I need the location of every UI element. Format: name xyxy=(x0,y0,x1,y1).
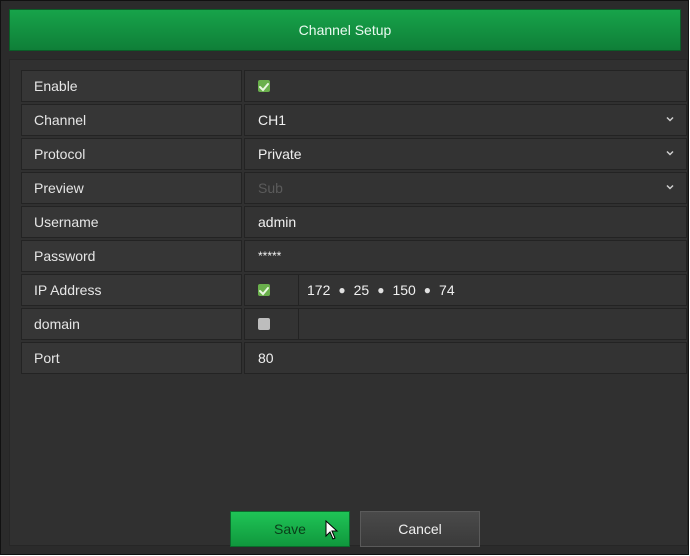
enable-value-cell xyxy=(244,70,687,102)
protocol-select[interactable]: Private xyxy=(244,138,687,170)
port-input[interactable]: 80 xyxy=(244,342,687,374)
row-password: Password ***** xyxy=(21,240,687,272)
row-ip-address: IP Address 172 ● 25 ● 150 ● 74 xyxy=(21,274,687,306)
domain-label: domain xyxy=(21,308,242,340)
chevron-down-icon xyxy=(666,116,674,122)
password-input[interactable]: ***** xyxy=(244,240,687,272)
mouse-pointer-icon xyxy=(325,520,339,540)
protocol-value: Private xyxy=(258,146,302,162)
username-label: Username xyxy=(21,206,242,238)
port-label: Port xyxy=(21,342,242,374)
dialog-title: Channel Setup xyxy=(9,9,681,51)
password-value: ***** xyxy=(258,249,282,263)
ip-separator: ● xyxy=(338,283,346,297)
ip-address-input[interactable]: 172 ● 25 ● 150 ● 74 xyxy=(298,275,686,305)
preview-label: Preview xyxy=(21,172,242,204)
chevron-down-icon xyxy=(666,184,674,190)
port-value: 80 xyxy=(258,350,274,366)
ip-separator: ● xyxy=(423,283,432,297)
ip-octet-3[interactable]: 150 xyxy=(392,282,415,298)
row-domain: domain xyxy=(21,308,687,340)
check-icon xyxy=(259,287,269,296)
domain-input[interactable] xyxy=(298,309,686,339)
channel-label: Channel xyxy=(21,104,242,136)
ip-separator: ● xyxy=(377,283,385,297)
row-preview: Preview Sub xyxy=(21,172,687,204)
preview-select[interactable]: Sub xyxy=(244,172,687,204)
domain-cell xyxy=(244,308,687,340)
ip-address-cell: 172 ● 25 ● 150 ● 74 xyxy=(244,274,687,306)
ip-address-checkbox[interactable] xyxy=(258,284,270,296)
check-icon xyxy=(259,83,269,92)
enable-checkbox[interactable] xyxy=(258,80,270,92)
row-channel: Channel CH1 xyxy=(21,104,687,136)
enable-label: Enable xyxy=(21,70,242,102)
row-enable: Enable xyxy=(21,70,687,102)
row-username: Username admin xyxy=(21,206,687,238)
row-protocol: Protocol Private xyxy=(21,138,687,170)
ip-octet-1[interactable]: 172 xyxy=(307,282,330,298)
preview-value: Sub xyxy=(258,180,283,196)
ip-octet-2[interactable]: 25 xyxy=(354,282,370,298)
username-input[interactable]: admin xyxy=(244,206,687,238)
channel-setup-dialog: Channel Setup Enable Channel CH1 Protoco… xyxy=(0,0,689,555)
password-label: Password xyxy=(21,240,242,272)
chevron-down-icon xyxy=(666,150,674,156)
domain-checkbox[interactable] xyxy=(258,318,270,330)
protocol-label: Protocol xyxy=(21,138,242,170)
cancel-button[interactable]: Cancel xyxy=(360,511,480,547)
channel-value: CH1 xyxy=(258,112,287,128)
username-value: admin xyxy=(258,214,297,230)
row-port: Port 80 xyxy=(21,342,687,374)
channel-select[interactable]: CH1 xyxy=(244,104,687,136)
ip-octet-4[interactable]: 74 xyxy=(439,282,455,298)
ip-address-label: IP Address xyxy=(21,274,242,306)
